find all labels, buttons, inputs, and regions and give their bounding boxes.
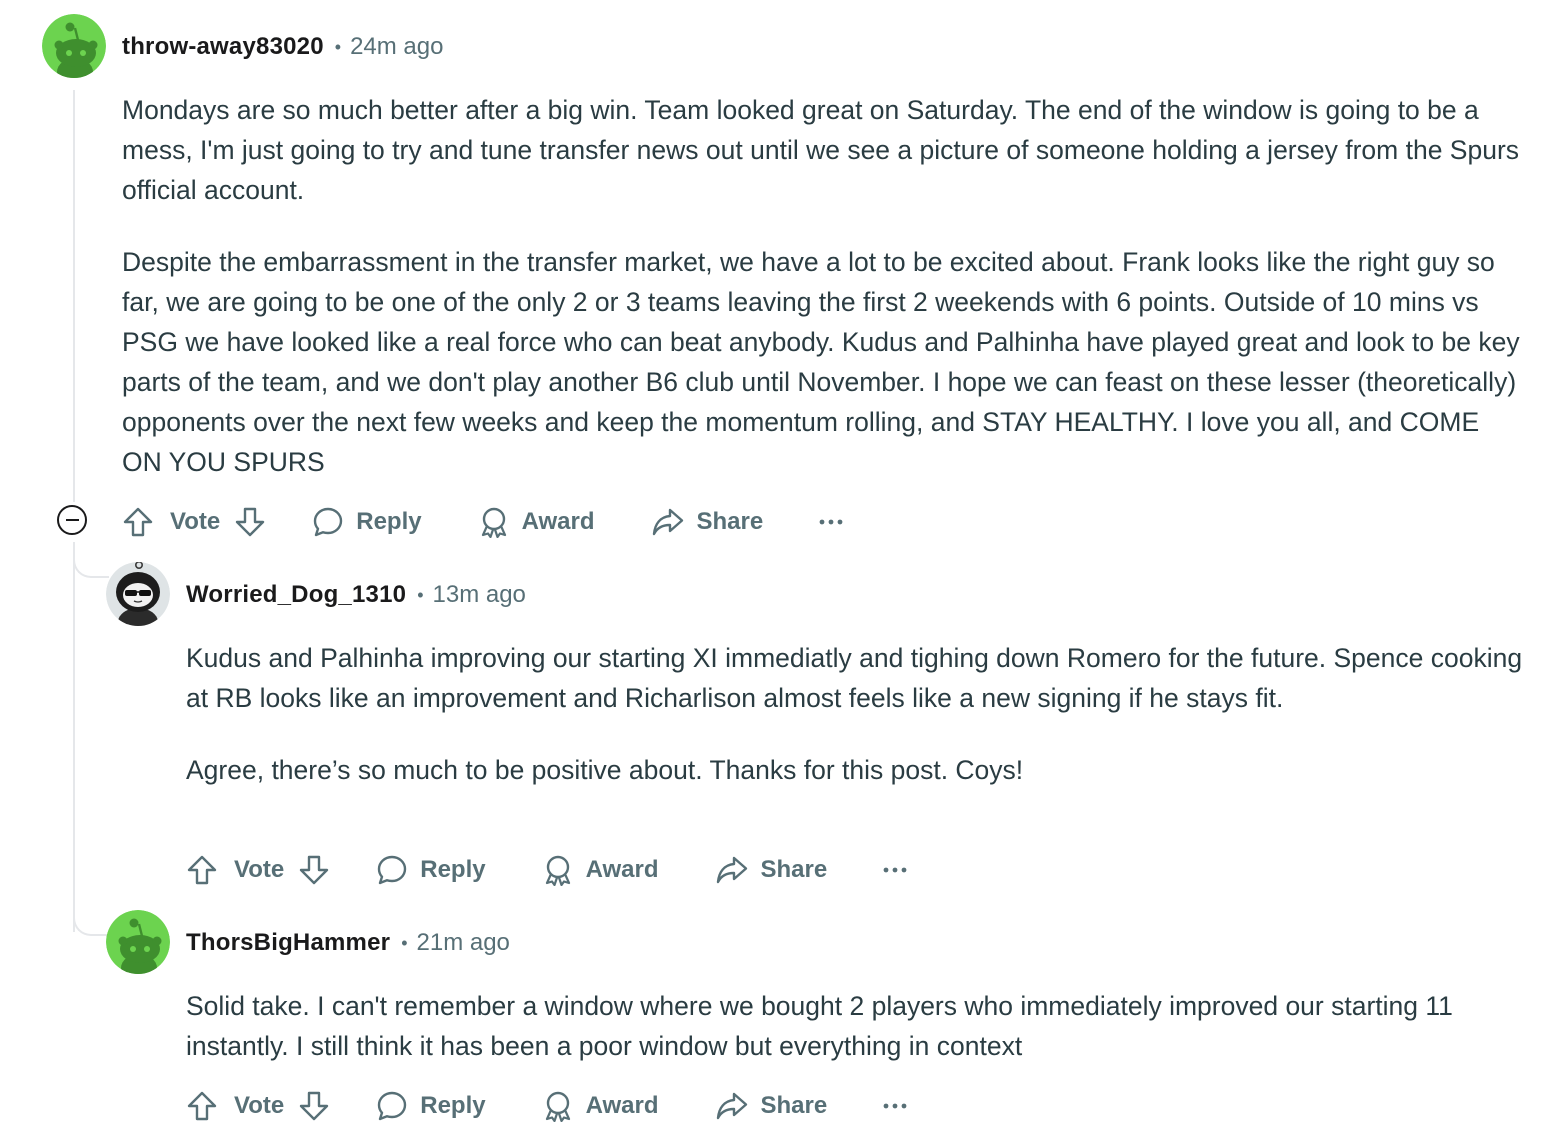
downvote-arrow-icon — [300, 1091, 329, 1121]
ellipsis-icon — [883, 1103, 907, 1109]
comment-thread: throw-away83020 • 24m ago Mondays are so… — [0, 0, 1560, 1136]
reddit-snoo-sunglasses-hood-avatar-icon — [106, 562, 170, 626]
comment-body: Kudus and Palhinha improving our startin… — [186, 638, 1526, 790]
share-button[interactable]: Share — [651, 506, 764, 538]
reply-label: Reply — [420, 1092, 486, 1119]
downvote-button[interactable] — [298, 854, 330, 886]
share-arrow-icon — [716, 1092, 747, 1120]
comment-timestamp[interactable]: 24m ago — [350, 33, 443, 61]
comment-action-bar: Vote Reply Award Share — [186, 850, 907, 890]
reply-label: Reply — [356, 508, 422, 535]
upvote-button[interactable] — [186, 854, 218, 886]
speech-bubble-icon — [378, 1091, 407, 1121]
reply-button[interactable]: Reply — [312, 506, 422, 538]
award-button[interactable]: Award — [478, 506, 595, 538]
more-options-button[interactable] — [883, 865, 907, 875]
award-label: Award — [521, 508, 595, 535]
speech-bubble-icon — [378, 855, 407, 885]
vote-count: Vote — [170, 508, 221, 535]
share-label: Share — [760, 856, 828, 883]
award-ribbon-icon — [481, 507, 506, 538]
comment-action-bar: Vote Reply Award Share — [186, 1086, 907, 1126]
ellipsis-icon — [819, 519, 843, 525]
collapse-thread-button[interactable] — [57, 505, 87, 535]
reddit-snoo-green-avatar-icon — [106, 910, 170, 974]
separator-dot: • — [417, 584, 424, 605]
downvote-arrow-icon — [300, 855, 329, 885]
upvote-button[interactable] — [186, 1090, 218, 1122]
reply-connector — [73, 908, 109, 936]
comment-author[interactable]: throw-away83020 — [122, 33, 324, 61]
separator-dot: • — [334, 36, 342, 57]
comment-timestamp[interactable]: 13m ago — [433, 581, 526, 609]
avatar[interactable] — [106, 562, 170, 626]
upvote-arrow-icon — [187, 1091, 217, 1121]
comment-paragraph: Solid take. I can't remember a window wh… — [186, 991, 1453, 1061]
upvote-arrow-icon — [123, 507, 153, 537]
share-button[interactable]: Share — [715, 1090, 828, 1122]
award-ribbon-icon — [545, 855, 570, 886]
award-label: Award — [585, 1092, 659, 1119]
comment-timestamp[interactable]: 21m ago — [417, 929, 510, 957]
award-label: Award — [585, 856, 659, 883]
reply-label: Reply — [420, 856, 486, 883]
comment-body: Solid take. I can't remember a window wh… — [186, 986, 1486, 1066]
reply-connector — [73, 550, 109, 578]
share-button[interactable]: Share — [715, 854, 828, 886]
reply-button[interactable]: Reply — [376, 854, 486, 886]
comment-paragraph: Mondays are so much better after a big w… — [122, 95, 1520, 205]
share-arrow-icon — [652, 508, 683, 536]
comment-author[interactable]: ThorsBigHammer — [186, 929, 390, 957]
vote-count: Vote — [234, 1092, 285, 1119]
comment-action-bar: Vote Reply Award Share — [122, 502, 843, 542]
share-label: Share — [696, 508, 764, 535]
comment-author[interactable]: Worried_Dog_1310 — [186, 581, 406, 609]
comment-paragraph: Agree, there’s so much to be positive ab… — [186, 755, 1024, 785]
reply-button[interactable]: Reply — [376, 1090, 486, 1122]
ellipsis-icon — [883, 867, 907, 873]
downvote-button[interactable] — [234, 506, 266, 538]
vote-count: Vote — [234, 856, 285, 883]
share-arrow-icon — [716, 856, 747, 884]
downvote-button[interactable] — [298, 1090, 330, 1122]
upvote-button[interactable] — [122, 506, 154, 538]
comment-body: Mondays are so much better after a big w… — [122, 90, 1522, 482]
award-ribbon-icon — [545, 1091, 570, 1122]
more-options-button[interactable] — [883, 1101, 907, 1111]
speech-bubble-icon — [314, 507, 343, 537]
comment-paragraph: Despite the embarrassment in the transfe… — [122, 247, 1520, 477]
avatar[interactable] — [42, 14, 106, 78]
thread-line-replies[interactable] — [73, 542, 75, 932]
share-label: Share — [760, 1092, 828, 1119]
more-options-button[interactable] — [819, 517, 843, 527]
avatar[interactable] — [106, 910, 170, 974]
award-button[interactable]: Award — [542, 1090, 659, 1122]
upvote-arrow-icon — [187, 855, 217, 885]
award-button[interactable]: Award — [542, 854, 659, 886]
downvote-arrow-icon — [236, 507, 265, 537]
reddit-snoo-green-avatar-icon — [42, 14, 106, 78]
separator-dot: • — [401, 932, 408, 953]
comment-paragraph: Kudus and Palhinha improving our startin… — [186, 643, 1523, 713]
thread-line[interactable] — [73, 90, 75, 502]
